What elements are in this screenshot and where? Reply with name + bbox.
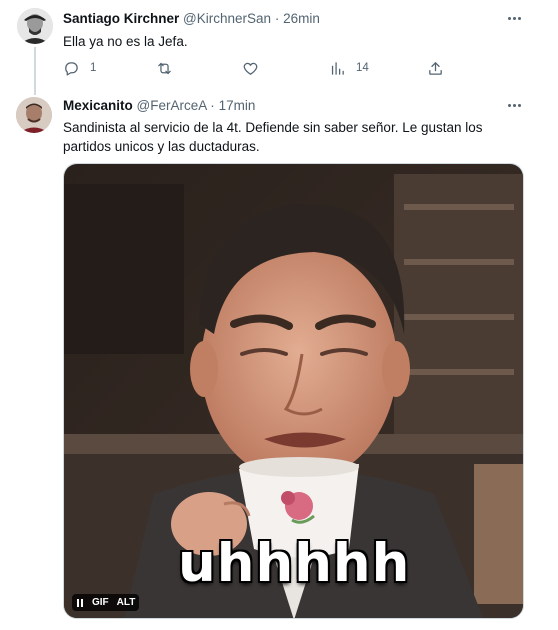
gif-badge: GIF bbox=[92, 597, 109, 608]
thread-line bbox=[34, 47, 36, 95]
tweet-text-line: Sandinista al servicio de la 4t. Defiend… bbox=[63, 120, 483, 135]
share-icon bbox=[429, 61, 442, 75]
avatar[interactable] bbox=[16, 97, 52, 133]
alt-badge[interactable]: ALT bbox=[113, 594, 140, 611]
like-button[interactable] bbox=[242, 58, 259, 78]
views-button[interactable]: 14 bbox=[329, 58, 369, 78]
heart-icon bbox=[243, 62, 258, 75]
tweet-header: Santiago Kirchner @KirchnerSan · 26min bbox=[63, 11, 320, 26]
tweet-header: Mexicanito @FerArceA · 17min bbox=[63, 98, 255, 113]
reply-count: 1 bbox=[90, 62, 97, 74]
gif-caption: uhhhhh bbox=[178, 533, 411, 594]
media-badges: GIF ALT bbox=[72, 594, 140, 611]
retweet-icon bbox=[158, 62, 171, 74]
more-horizontal-icon[interactable] bbox=[504, 95, 524, 115]
user-handle[interactable]: @KirchnerSan bbox=[183, 11, 271, 26]
timestamp[interactable]: 17min bbox=[219, 98, 256, 113]
more-horizontal-icon[interactable] bbox=[504, 8, 524, 28]
gif-media[interactable]: uhhhhh GIF ALT bbox=[63, 163, 524, 619]
display-name[interactable]: Mexicanito bbox=[63, 98, 133, 113]
user-handle[interactable]: @FerArceA bbox=[137, 98, 207, 113]
tweet-text: Sandinista al servicio de la 4t. Defiend… bbox=[63, 118, 533, 156]
tweet[interactable]: Santiago Kirchner @KirchnerSan · 26min E… bbox=[0, 0, 558, 95]
reply-icon bbox=[65, 61, 78, 76]
timestamp[interactable]: 26min bbox=[283, 11, 320, 26]
separator-dot: · bbox=[210, 98, 215, 113]
view-count: 14 bbox=[356, 62, 369, 74]
avatar[interactable] bbox=[17, 8, 53, 44]
display-name[interactable]: Santiago Kirchner bbox=[63, 11, 179, 26]
tweet[interactable]: Mexicanito @FerArceA · 17min Sandinista … bbox=[0, 92, 558, 630]
reply-button[interactable]: 1 bbox=[63, 58, 96, 78]
separator-dot: · bbox=[274, 11, 280, 26]
retweet-button[interactable] bbox=[156, 58, 173, 78]
tweet-text-line: partidos unicos y las ductaduras. bbox=[63, 139, 260, 154]
action-bar: 1 14 bbox=[63, 58, 453, 78]
share-button[interactable] bbox=[427, 58, 444, 78]
views-icon bbox=[331, 61, 344, 75]
tweet-text: Ella ya no es la Jefa. bbox=[63, 34, 188, 49]
pause-icon[interactable] bbox=[72, 594, 88, 611]
